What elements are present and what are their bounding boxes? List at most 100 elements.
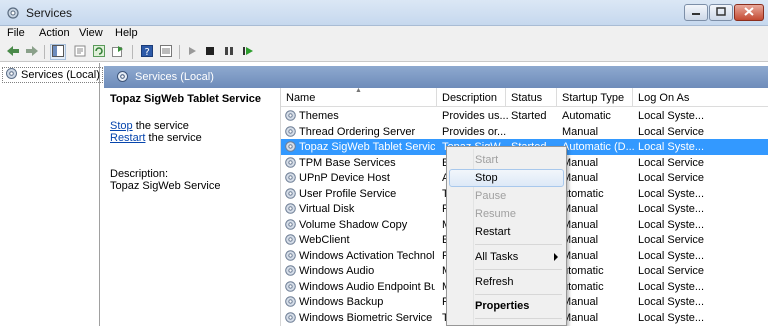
service-name-cell: Virtual Disk — [299, 203, 355, 215]
maximize-icon — [716, 6, 726, 19]
stop-service-link[interactable]: Stop — [110, 120, 133, 132]
maximize-button[interactable] — [709, 4, 733, 21]
context-menu-all-tasks[interactable]: All Tasks — [449, 248, 564, 266]
column-header-label: Startup Type — [562, 92, 625, 104]
description-text: Topaz SigWeb Service — [110, 180, 221, 192]
context-menu-pause: Pause — [475, 190, 507, 202]
restart-service-button[interactable] — [240, 44, 256, 60]
export-icon — [112, 45, 124, 60]
column-header-log-on-as[interactable]: Log On As — [633, 88, 768, 107]
service-name-cell: User Profile Service — [299, 187, 397, 200]
service-name-cell: UPnP Device Host — [299, 172, 390, 184]
service-startup-cell: utomatic — [562, 265, 604, 277]
service-logon-cell: Local Syste... — [638, 187, 705, 200]
tree-item-services-local[interactable]: Services (Local) — [2, 67, 103, 83]
service-logon-cell: Local Service — [638, 156, 705, 169]
service-description-cell: Provides us... — [442, 110, 508, 122]
window-title: Services — [26, 6, 73, 20]
service-logon-cell: Local Syste... — [638, 141, 705, 153]
forward-arrow-icon — [25, 45, 39, 60]
toolbar: ? — [0, 42, 768, 62]
show-console-tree-button[interactable] — [50, 44, 66, 60]
services-gear-icon — [116, 70, 129, 86]
console-tree-icon — [52, 44, 64, 60]
restart-service-link[interactable]: Restart — [110, 132, 145, 144]
service-detail-panel: Topaz SigWeb Tablet Service Stop the ser… — [104, 88, 276, 326]
menu-view[interactable]: View — [79, 27, 103, 39]
service-name-cell: Windows Backup — [299, 296, 384, 308]
list-view-icon — [160, 44, 172, 60]
restart-suffix: the service — [145, 132, 202, 144]
title-bar: Services — [0, 0, 768, 26]
service-logon-cell: Local Syste... — [638, 218, 705, 231]
column-header-label: Name — [286, 92, 316, 104]
service-name-cell: Themes — [299, 110, 339, 122]
stop-service-button[interactable] — [202, 44, 218, 60]
menu-action[interactable]: Action — [39, 27, 70, 39]
context-menu-properties[interactable]: Properties — [449, 297, 564, 315]
pause-service-button[interactable] — [221, 44, 237, 60]
context-menu-stop[interactable]: Stop — [449, 169, 564, 187]
forward-button[interactable] — [24, 44, 40, 60]
refresh-button[interactable] — [91, 44, 107, 60]
services-gear-icon — [5, 67, 18, 83]
table-row[interactable]: Themes Provides us... Started Automatic Loca… — [281, 108, 768, 124]
content-header-title: Services (Local) — [135, 71, 214, 83]
service-name-cell: WebClient — [299, 234, 350, 246]
context-menu-restart[interactable]: Restart — [449, 223, 564, 241]
minimize-button[interactable] — [684, 4, 708, 21]
column-header-status[interactable]: Status — [506, 88, 557, 107]
refresh-icon — [93, 44, 105, 60]
service-name-cell: Windows Biometric Service — [299, 311, 433, 324]
context-menu-resume: Resume — [475, 208, 516, 220]
help-button[interactable]: ? — [139, 44, 155, 60]
svg-text:?: ? — [145, 47, 150, 57]
tree-item-label: Services (Local) — [21, 69, 100, 81]
service-name-cell: Volume Shadow Copy — [299, 218, 408, 231]
content-header: Services (Local) — [104, 66, 768, 88]
service-logon-cell: Local Syste... — [638, 110, 705, 122]
properties-button[interactable] — [72, 44, 88, 60]
close-icon — [744, 6, 754, 19]
service-logon-cell: Local Service — [638, 125, 705, 138]
service-gear-icon — [284, 311, 297, 326]
context-menu: Start Stop Pause Resume Restart All Task… — [446, 146, 567, 326]
service-startup-cell: Manual — [562, 234, 599, 246]
service-logon-cell: Local Service — [638, 234, 705, 246]
minimize-icon — [691, 7, 701, 19]
services-gear-icon — [6, 6, 20, 23]
console-tree: Services (Local) — [0, 63, 103, 326]
service-name-cell: Windows Activation Technolo... — [299, 249, 435, 262]
help-icon: ? — [141, 44, 153, 60]
service-status-cell: Started — [511, 110, 547, 122]
service-name-cell: Topaz SigWeb Tablet Service — [299, 141, 435, 153]
menu-help[interactable]: Help — [115, 27, 138, 39]
back-arrow-icon — [6, 45, 20, 60]
column-header-name[interactable]: ▲ Name — [281, 88, 437, 107]
table-row[interactable]: Thread Ordering Server Provides or... Manu… — [281, 124, 768, 140]
service-startup-cell: Manual — [562, 125, 599, 138]
restart-icon — [242, 46, 254, 59]
description-label: Description: — [110, 168, 169, 180]
service-name-cell: Windows Audio Endpoint Buil... — [299, 280, 435, 293]
service-startup-cell: utomatic — [562, 280, 604, 293]
stop-icon — [205, 46, 215, 59]
properties-icon — [74, 45, 86, 60]
service-name-cell: Windows Audio — [299, 265, 375, 277]
stop-line: Stop the service — [110, 120, 189, 132]
context-menu-refresh[interactable]: Refresh — [449, 273, 564, 291]
column-header-startup-type[interactable]: Startup Type — [557, 88, 633, 107]
back-button[interactable] — [5, 44, 21, 60]
column-header-description[interactable]: Description — [437, 88, 506, 107]
list-view-button[interactable] — [158, 44, 174, 60]
service-startup-cell: Manual — [562, 249, 599, 262]
menu-file[interactable]: File — [7, 27, 25, 39]
service-logon-cell: Local Syste... — [638, 311, 705, 324]
close-button[interactable] — [734, 4, 764, 21]
start-service-button[interactable] — [184, 44, 200, 60]
service-startup-cell: Manual — [562, 172, 599, 184]
sort-ascending-icon: ▲ — [355, 88, 362, 94]
service-name-cell: TPM Base Services — [299, 156, 396, 169]
play-icon — [187, 46, 197, 59]
export-list-button[interactable] — [110, 44, 126, 60]
